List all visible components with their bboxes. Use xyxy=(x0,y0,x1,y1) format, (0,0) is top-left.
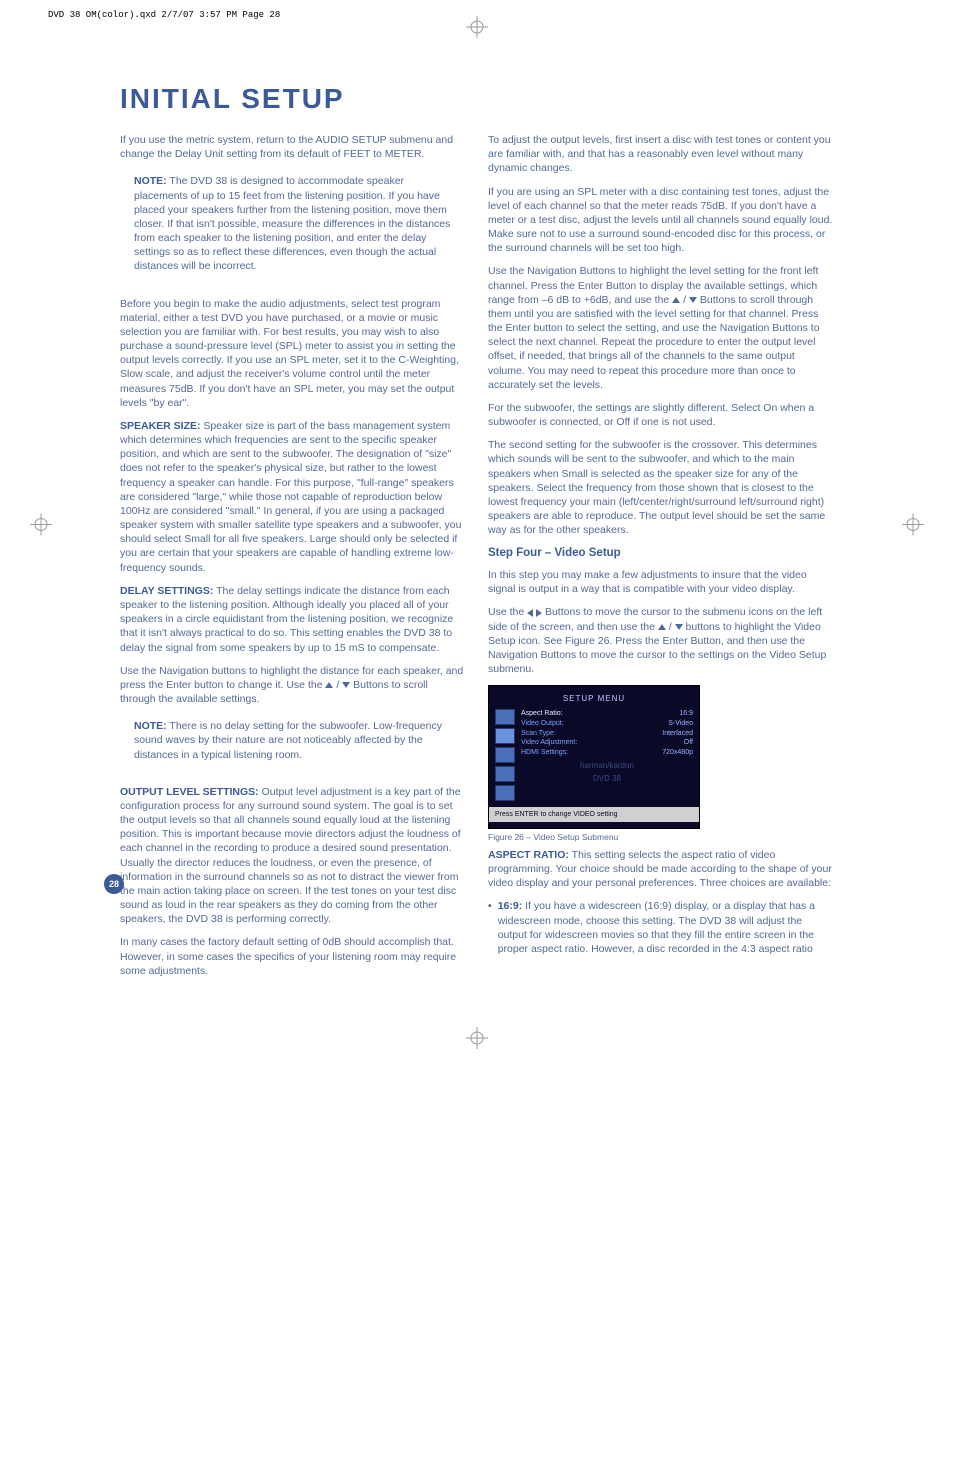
right-p3b: Buttons to scroll through them until you… xyxy=(488,294,820,391)
fig-row-k: Video Output: xyxy=(521,719,564,729)
right-p2: If you are using an SPL meter with a dis… xyxy=(488,185,834,256)
right-p6: In this step you may make a few adjustme… xyxy=(488,568,834,596)
output-level-para: OUTPUT LEVEL SETTINGS: Output level adju… xyxy=(120,785,466,927)
right-p4: For the subwoofer, the settings are slig… xyxy=(488,401,834,429)
figure-26-list: Aspect Ratio: 16:9 Video Output: S-Video S… xyxy=(521,709,693,801)
fig-icon xyxy=(495,747,515,763)
note-box-1: NOTE: The DVD 38 is designed to accommod… xyxy=(120,170,466,286)
page-number-badge: 28 xyxy=(104,874,124,894)
left-arrow-icon xyxy=(527,609,533,617)
fig-icon xyxy=(495,766,515,782)
figure-26-bottom-bar: Press ENTER to change VIDEO setting xyxy=(489,807,699,822)
fig-row-v: 720x480p xyxy=(662,748,693,758)
fig-row-v: 16:9 xyxy=(679,709,693,719)
speaker-size-para: SPEAKER SIZE: Speaker size is part of th… xyxy=(120,419,466,575)
down-arrow-icon xyxy=(689,297,697,303)
figure-26-icons xyxy=(495,709,515,801)
down-arrow-icon xyxy=(675,624,683,630)
left-column: If you use the metric system, return to … xyxy=(120,133,466,987)
registration-mark-bottom xyxy=(0,1027,954,1054)
fig-row-k: Video Adjustment: xyxy=(521,738,577,748)
aspect-ratio-para: ASPECT RATIO: This setting selects the a… xyxy=(488,848,834,891)
note1-text: NOTE: The DVD 38 is designed to accommod… xyxy=(134,174,458,273)
bullet-16-9: • 16:9: If you have a widescreen (16:9) … xyxy=(488,899,834,956)
fig-row-v: Off xyxy=(684,738,693,748)
right-p1: To adjust the output levels, first inser… xyxy=(488,133,834,176)
step-four-heading: Step Four – Video Setup xyxy=(488,546,834,562)
note-box-2: NOTE: There is no delay setting for the … xyxy=(120,715,466,775)
body-columns: If you use the metric system, return to … xyxy=(0,133,954,987)
fig-row-k: Scan Type: xyxy=(521,729,556,739)
left-p2: Before you begin to make the audio adjus… xyxy=(120,297,466,410)
note1-body: The DVD 38 is designed to accommodate sp… xyxy=(134,175,450,272)
right-p3: Use the Navigation Buttons to highlight … xyxy=(488,264,834,392)
bullet-dot-icon: • xyxy=(488,899,492,956)
fig-row-k: Aspect Ratio: xyxy=(521,709,563,719)
note2-text: NOTE: There is no delay setting for the … xyxy=(134,719,458,762)
right-column: To adjust the output levels, first inser… xyxy=(488,133,834,987)
bullet-16-9-label: 16:9: xyxy=(498,900,523,912)
figure-26-caption: Figure 26 – Video Setup Submenu xyxy=(488,832,834,843)
fig-brand1: harman/kardon xyxy=(580,761,634,770)
figure-26-title: SETUP MENU xyxy=(489,692,699,709)
fig-row-v: S-Video xyxy=(668,719,693,729)
up-arrow-icon xyxy=(672,297,680,303)
figure-26: SETUP MENU Aspect Ratio: 16:9 Video Outpu… xyxy=(488,685,834,844)
figure-26-box: SETUP MENU Aspect Ratio: 16:9 Video Outpu… xyxy=(488,685,700,829)
note1-label: NOTE: xyxy=(134,175,167,187)
page-title: INITIAL SETUP xyxy=(120,83,954,115)
note2-body: There is no delay setting for the subwoo… xyxy=(134,720,442,760)
speaker-size-label: SPEAKER SIZE: xyxy=(120,420,201,432)
delay-settings-label: DELAY SETTINGS: xyxy=(120,585,213,597)
fig-icon xyxy=(495,709,515,725)
left-p3: Use the Navigation buttons to highlight … xyxy=(120,664,466,707)
up-arrow-icon xyxy=(658,624,666,630)
delay-settings-para: DELAY SETTINGS: The delay settings indic… xyxy=(120,584,466,655)
right-p7a: Use the xyxy=(488,606,527,618)
speaker-size-body: Speaker size is part of the bass managem… xyxy=(120,420,461,574)
aspect-ratio-label: ASPECT RATIO: xyxy=(488,849,569,861)
output-level-body: Output level adjustment is a key part of… xyxy=(120,786,461,926)
fig-row-v: Interlaced xyxy=(662,729,693,739)
right-p7: Use the Buttons to move the cursor to th… xyxy=(488,605,834,676)
left-p4: In many cases the factory default settin… xyxy=(120,935,466,978)
registration-mark-top xyxy=(0,16,954,43)
registration-mark-right xyxy=(902,513,924,540)
fig-icon xyxy=(495,785,515,801)
registration-mark-left xyxy=(30,513,52,540)
output-level-label: OUTPUT LEVEL SETTINGS: xyxy=(120,786,259,798)
bullet-16-9-body: If you have a widescreen (16:9) display,… xyxy=(498,900,815,955)
right-p5: The second setting for the subwoofer is … xyxy=(488,438,834,537)
up-arrow-icon xyxy=(325,682,333,688)
left-p1: If you use the metric system, return to … xyxy=(120,133,466,161)
bullet-16-9-text: 16:9: If you have a widescreen (16:9) di… xyxy=(498,899,834,956)
note2-label: NOTE: xyxy=(134,720,167,732)
fig-brand2: DVD 38 xyxy=(593,774,621,783)
fig-row-k: HDMI Settings: xyxy=(521,748,568,758)
fig-icon-selected xyxy=(495,728,515,744)
